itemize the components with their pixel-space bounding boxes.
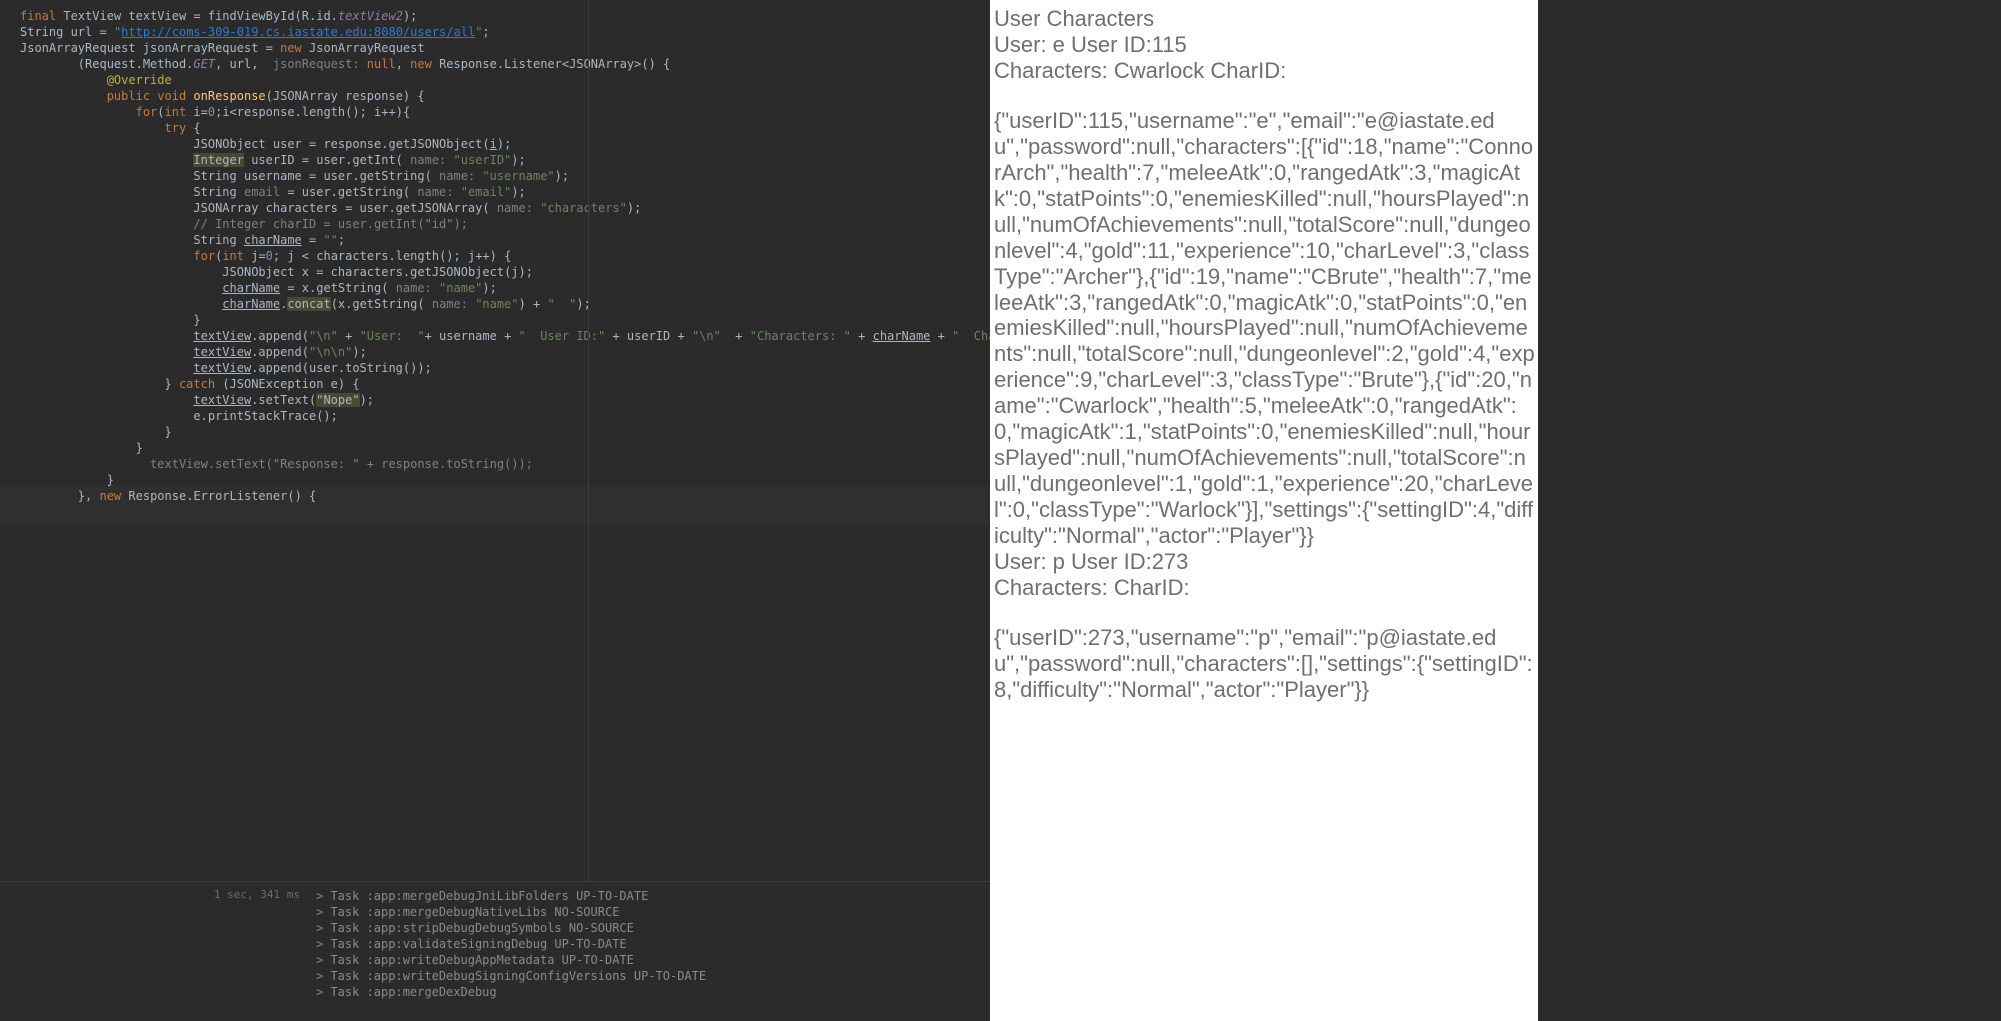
build-task-line: > Task :app:mergeDexDebug <box>316 984 990 1000</box>
code-line[interactable]: } catch (JSONException e) { <box>20 376 990 392</box>
user2-json: {"userID":273,"username":"p","email":"p@… <box>994 625 1536 703</box>
user1-json: {"userID":115,"username":"e","email":"e@… <box>994 108 1536 549</box>
code-line[interactable]: } <box>20 312 990 328</box>
user2-characters: Characters: CharID: <box>994 575 1536 601</box>
code-line[interactable]: for(int j=0; j < characters.length(); j+… <box>20 248 990 264</box>
code-line[interactable]: String email = user.getString( name: "em… <box>20 184 990 200</box>
code-line[interactable]: JsonArrayRequest jsonArrayRequest = new … <box>20 40 990 56</box>
margin-guide <box>588 0 589 881</box>
code-line[interactable]: } <box>20 440 990 456</box>
build-task-line: > Task :app:mergeDebugJniLibFolders UP-T… <box>316 888 990 904</box>
build-task-line: > Task :app:stripDebugDebugSymbols NO-SO… <box>316 920 990 936</box>
build-task-line: > Task :app:writeDebugAppMetadata UP-TO-… <box>316 952 990 968</box>
code-line[interactable]: charName.concat(x.getString( name: "name… <box>20 296 990 312</box>
code-line[interactable]: JSONObject x = characters.getJSONObject(… <box>20 264 990 280</box>
code-line[interactable]: (Request.Method.GET, url, jsonRequest: n… <box>20 56 990 72</box>
build-output-panel: 1 sec, 341 ms > Task :app:mergeDebugJniL… <box>0 881 990 1021</box>
code-line[interactable]: textView.append(user.toString()); <box>20 360 990 376</box>
code-line[interactable]: String url = "http://coms-309-019.cs.ias… <box>20 24 990 40</box>
build-timestamp: 1 sec, 341 ms <box>0 882 310 1021</box>
code-line[interactable]: final TextView textView = findViewById(R… <box>20 8 990 24</box>
code-line[interactable]: }, new Response.ErrorListener() { <box>20 488 990 504</box>
code-line[interactable]: for(int i=0;i<response.length(); i++){ <box>20 104 990 120</box>
build-task-list[interactable]: > Task :app:mergeDebugJniLibFolders UP-T… <box>310 882 990 1021</box>
code-line[interactable]: textView.append("\n" + "User: "+ usernam… <box>20 328 990 344</box>
build-task-line: > Task :app:validateSigningDebug UP-TO-D… <box>316 936 990 952</box>
code-line[interactable]: textView.append("\n\n"); <box>20 344 990 360</box>
code-line[interactable]: // Integer charID = user.getInt("id"); <box>20 216 990 232</box>
code-line[interactable]: textView.setText("Response: " + response… <box>20 456 990 472</box>
app-title: User Characters <box>994 6 1536 32</box>
code-line[interactable]: String charName = ""; <box>20 232 990 248</box>
code-line[interactable]: charName = x.getString( name: "name"); <box>20 280 990 296</box>
code-line[interactable]: } <box>20 472 990 488</box>
user1-characters: Characters: Cwarlock CharID: <box>994 58 1536 84</box>
build-task-line: > Task :app:writeDebugSigningConfigVersi… <box>316 968 990 984</box>
code-line[interactable]: } <box>20 424 990 440</box>
code-line[interactable]: public void onResponse(JSONArray respons… <box>20 88 990 104</box>
code-line[interactable]: Integer userID = user.getInt( name: "use… <box>20 152 990 168</box>
code-line[interactable]: JSONArray characters = user.getJSONArray… <box>20 200 990 216</box>
code-line[interactable]: String username = user.getString( name: … <box>20 168 990 184</box>
code-line[interactable]: @Override <box>20 72 990 88</box>
build-task-line: > Task :app:mergeDebugNativeLibs NO-SOUR… <box>316 904 990 920</box>
code-line[interactable]: textView.setText("Nope"); <box>20 392 990 408</box>
code-line[interactable]: JSONObject user = response.getJSONObject… <box>20 136 990 152</box>
code-editor[interactable]: final TextView textView = findViewById(R… <box>0 0 990 881</box>
user2-header: User: p User ID:273 <box>994 549 1536 575</box>
code-line[interactable]: e.printStackTrace(); <box>20 408 990 424</box>
android-emulator-screen[interactable]: User Characters User: e User ID:115 Char… <box>990 0 1538 1021</box>
code-editor-panel: final TextView textView = findViewById(R… <box>0 0 990 1021</box>
user1-header: User: e User ID:115 <box>994 32 1536 58</box>
code-line[interactable]: try { <box>20 120 990 136</box>
